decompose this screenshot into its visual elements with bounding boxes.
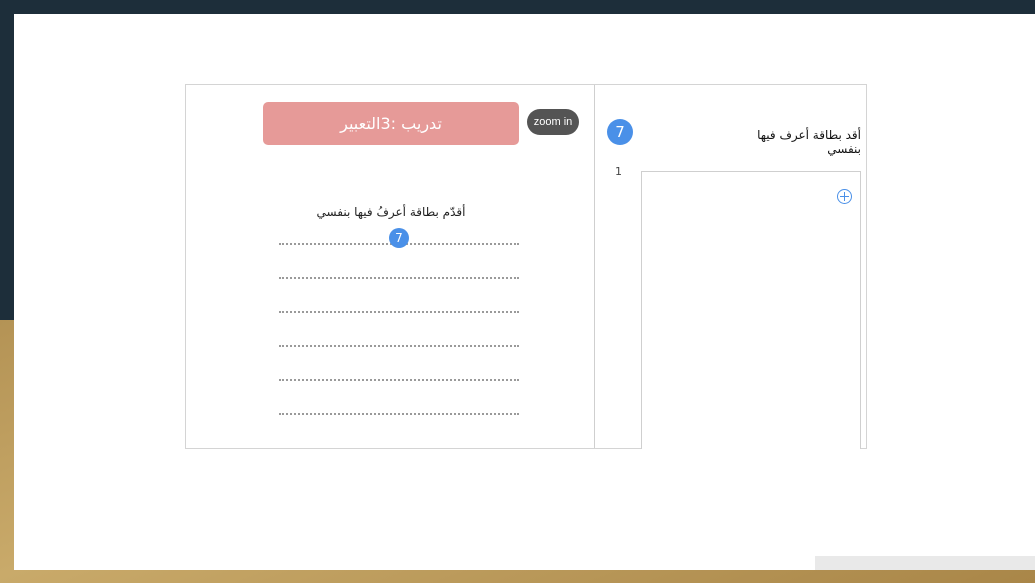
page-number: 1 — [615, 165, 622, 178]
worksheet-badge: 7 — [389, 228, 409, 248]
slide-corner-shadow — [815, 556, 1035, 570]
task-badge: 7 — [607, 119, 633, 145]
zoom-in-button[interactable]: zoom in — [527, 109, 579, 135]
answer-line[interactable] — [279, 277, 519, 279]
answer-line[interactable] — [279, 379, 519, 381]
upload-box[interactable] — [641, 171, 861, 449]
answer-lines — [279, 243, 519, 447]
exercise-banner: تدريب :3التعبير — [263, 102, 519, 145]
worksheet-title: أقدّم بطاقة أعرفُ فيها بنفسي — [316, 205, 466, 219]
answer-line[interactable] — [279, 413, 519, 415]
task-title: أقد بطاقة أعرف فيها بنفسي — [757, 128, 861, 156]
plus-circle-icon[interactable] — [837, 189, 852, 204]
card-divider — [594, 85, 595, 448]
slide-canvas: تدريب :3التعبير zoom in أقدّم بطاقة أعرف… — [14, 14, 1035, 570]
answer-line[interactable] — [279, 311, 519, 313]
answer-line[interactable] — [279, 345, 519, 347]
exercise-card: تدريب :3التعبير zoom in أقدّم بطاقة أعرف… — [185, 84, 867, 449]
